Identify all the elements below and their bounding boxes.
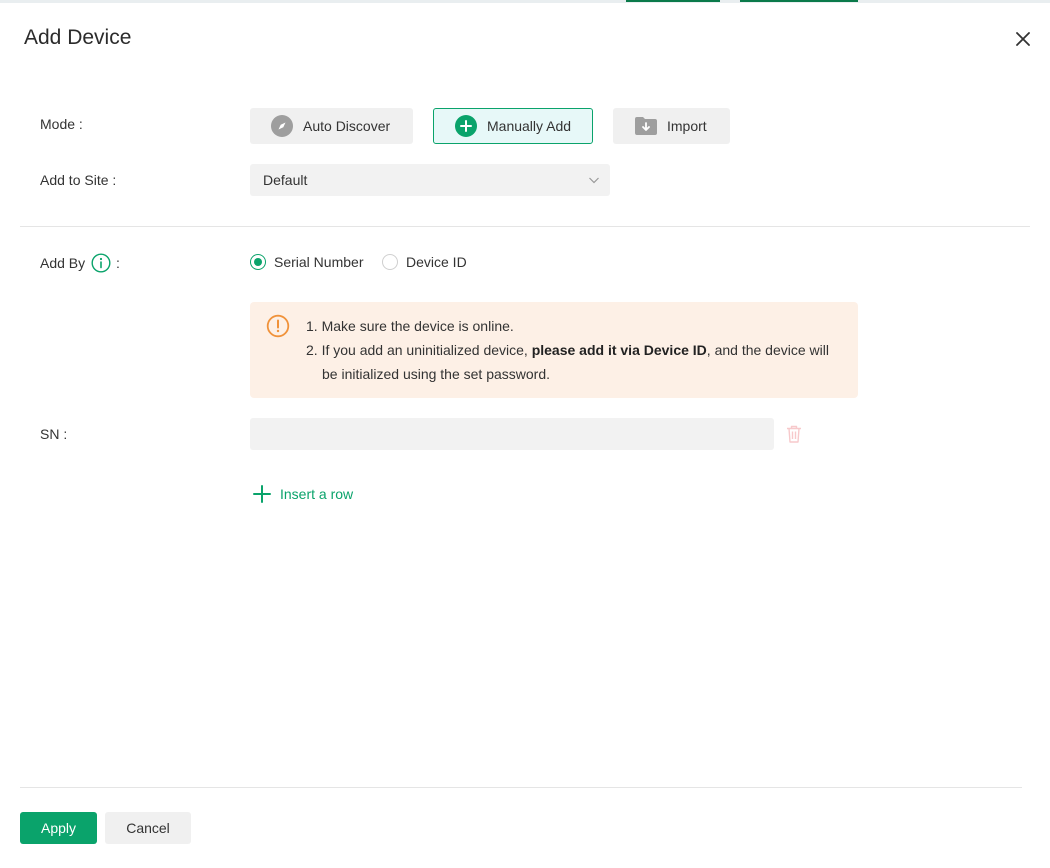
notice-item-2: 2. If you add an uninitialized device, p… (306, 342, 829, 358)
mode-manually-add-button[interactable]: Manually Add (433, 108, 593, 144)
radio-serial-number-dot[interactable] (250, 254, 266, 270)
background-accent (740, 0, 858, 2)
insert-row-button[interactable]: Insert a row (252, 484, 353, 504)
background-accent (626, 0, 720, 2)
background-page-strip (0, 0, 1050, 3)
section-divider (20, 226, 1030, 227)
sn-input[interactable] (250, 418, 774, 450)
add-by-colon: : (116, 255, 120, 271)
notice-item-2-cont: be initialized using the set password. (322, 366, 551, 382)
notice-item-1: 1. Make sure the device is online. (306, 318, 514, 334)
radio-device-id-dot[interactable] (382, 254, 398, 270)
mode-auto-discover-label: Auto Discover (303, 118, 391, 134)
mode-auto-discover-button[interactable]: Auto Discover (250, 108, 413, 144)
radio-device-id-label: Device ID (406, 254, 467, 270)
insert-row-label: Insert a row (280, 486, 354, 502)
footer-divider (20, 787, 1022, 788)
site-select[interactable]: Default (250, 164, 610, 196)
apply-button[interactable]: Apply (20, 812, 97, 844)
radio-serial-number[interactable]: Serial Number (250, 254, 363, 270)
mode-import-label: Import (667, 118, 707, 134)
chevron-down-icon (589, 177, 599, 184)
folder-download-icon (634, 115, 658, 137)
mode-label: Mode : (40, 116, 83, 132)
close-icon[interactable] (1012, 28, 1034, 50)
compass-icon (271, 115, 293, 137)
site-label: Add to Site : (40, 172, 117, 188)
sn-label: SN : (40, 426, 68, 442)
dialog-title: Add Device (24, 26, 132, 49)
plus-icon (253, 485, 271, 503)
warning-icon (266, 314, 290, 338)
mode-manually-add-label: Manually Add (487, 118, 572, 134)
add-by-label: Add By (40, 255, 86, 271)
trash-icon[interactable] (784, 424, 804, 444)
notice-item-2-bold: please add it via Device ID (531, 342, 707, 358)
info-icon[interactable] (91, 253, 111, 273)
mode-import-button[interactable]: Import (613, 108, 730, 144)
radio-device-id[interactable]: Device ID (382, 254, 467, 270)
plus-circle-icon (455, 115, 477, 137)
cancel-button[interactable]: Cancel (105, 812, 191, 844)
site-select-value: Default (263, 172, 308, 188)
radio-serial-number-label: Serial Number (274, 254, 364, 270)
notice-box: 1. Make sure the device is online. 2. If… (250, 302, 858, 398)
